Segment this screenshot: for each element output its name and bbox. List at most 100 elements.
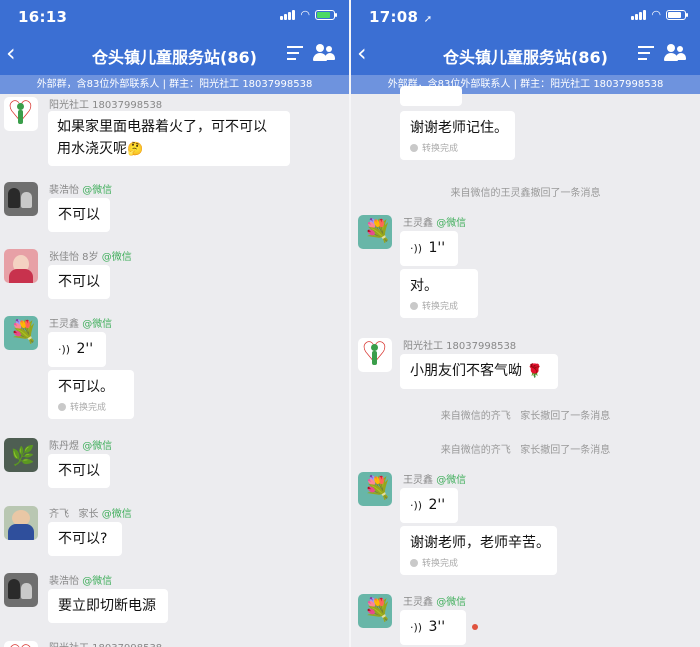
voice-wave-icon: ·)) bbox=[58, 343, 71, 356]
voice-message[interactable]: ·)) 3'' bbox=[400, 610, 466, 645]
message-bubble[interactable]: 如果家里面电器着火了，可不可以 用水浇灭呢🤔 bbox=[48, 111, 290, 166]
transcript-bubble[interactable]: 不可以。 转换完成 bbox=[48, 370, 134, 419]
sender-name-text: 王灵鑫 bbox=[403, 597, 433, 608]
unread-dot bbox=[472, 624, 478, 630]
message-bubble[interactable]: 不可以? bbox=[48, 522, 122, 556]
sender-name: 张佳怡 8岁 @微信 bbox=[49, 248, 132, 263]
system-notice: 来自微信的齐飞 家长撤回了一条消息 bbox=[440, 445, 611, 456]
avatar-flower-icon: 💐 bbox=[364, 219, 392, 244]
message-bubble-partial[interactable] bbox=[400, 86, 462, 106]
convert-status: 转换完成 bbox=[410, 300, 468, 314]
sender-name: 阳光社工 18037998538 bbox=[403, 341, 517, 352]
chat-menu-icon[interactable] bbox=[638, 46, 654, 62]
avatar[interactable] bbox=[4, 573, 38, 607]
right-chat-screen: 17:08 ➚ ◠ ‹ 仓头镇儿童服务站(86) 外部群，含83位外部联系人 |… bbox=[351, 0, 700, 647]
battery-icon bbox=[315, 10, 337, 20]
message-text: 如果家里面电器着火了，可不可以 bbox=[57, 119, 267, 135]
status-bar: 17:08 ➚ ◠ bbox=[351, 0, 700, 33]
avatar[interactable]: 💐 bbox=[358, 594, 392, 628]
avatar-flower-icon: 💐 bbox=[364, 476, 392, 501]
voice-duration: 3'' bbox=[428, 619, 446, 635]
avatar[interactable] bbox=[4, 182, 38, 216]
signal-icon bbox=[280, 10, 296, 20]
group-members-icon[interactable] bbox=[664, 44, 686, 62]
avatar-plant-icon: 🌿 bbox=[11, 445, 35, 467]
system-notice: 来自微信的王灵鑫撤回了一条消息 bbox=[450, 188, 601, 199]
wechat-tag: @微信 bbox=[101, 252, 132, 263]
transcript-bubble[interactable]: 谢谢老师记住。 转换完成 bbox=[400, 111, 515, 160]
sender-name-text: 王灵鑫 bbox=[403, 475, 433, 486]
avatar[interactable]: 💐 bbox=[358, 215, 392, 249]
avatar[interactable] bbox=[4, 506, 38, 540]
status-icons: ◠ bbox=[280, 9, 337, 20]
sender-name: 王灵鑫 @微信 bbox=[403, 471, 466, 486]
group-members-icon[interactable] bbox=[313, 44, 335, 62]
message-bubble[interactable]: 小朋友们不客气呦 🌹 bbox=[400, 354, 558, 389]
message-bubble[interactable]: 要立即切断电源 bbox=[48, 589, 168, 623]
voice-duration: 1'' bbox=[428, 240, 446, 256]
sender-name: 阳光社工 18037998538 bbox=[49, 639, 162, 647]
wifi-icon: ◠ bbox=[651, 8, 661, 21]
voice-message[interactable]: ·)) 2'' bbox=[400, 488, 458, 523]
wechat-tag: @微信 bbox=[101, 509, 132, 520]
wechat-tag: @微信 bbox=[436, 475, 467, 486]
battery-icon bbox=[666, 10, 688, 20]
chat-menu-icon[interactable] bbox=[287, 46, 303, 62]
sender-name-text: 王灵鑫 bbox=[403, 218, 433, 229]
avatar-flower-icon: 💐 bbox=[364, 598, 392, 623]
transcript-bubble[interactable]: 对。 转换完成 bbox=[400, 269, 478, 318]
wechat-tag: @微信 bbox=[82, 441, 113, 452]
screenshot-composite: 16:13 ◠ ‹ 仓头镇儿童服务站(86) 外部群，含83位外部联系人 | 群… bbox=[0, 0, 700, 647]
message-text: 不可以。 bbox=[58, 379, 114, 395]
sender-name: 王灵鑫 @微信 bbox=[403, 214, 466, 229]
avatar[interactable]: ♡ bbox=[358, 338, 392, 372]
status-time-text: 17:08 bbox=[369, 8, 419, 26]
sender-name-text: 陈丹煜 bbox=[49, 441, 79, 452]
message-bubble[interactable]: 不可以 bbox=[48, 265, 110, 299]
message-bubble[interactable]: 不可以 bbox=[48, 454, 110, 488]
location-icon: ➚ bbox=[423, 14, 433, 25]
sender-name: 王灵鑫 @微信 bbox=[49, 315, 112, 330]
avatar[interactable]: 💐 bbox=[358, 472, 392, 506]
message-text: 不可以? bbox=[58, 531, 108, 547]
convert-status: 转换完成 bbox=[58, 401, 124, 415]
check-icon bbox=[410, 302, 418, 310]
message-text: 谢谢老师，老师辛苦。 bbox=[410, 535, 550, 551]
avatar[interactable]: ♡ bbox=[4, 97, 38, 131]
status-icons: ◠ bbox=[631, 8, 688, 21]
check-icon bbox=[58, 403, 66, 411]
message-text: 不可以 bbox=[58, 463, 100, 479]
sender-name: 裴浩怡 @微信 bbox=[49, 181, 112, 196]
sender-name: 齐飞 家长 @微信 bbox=[49, 505, 132, 520]
message-text: 要立即切断电源 bbox=[58, 598, 156, 614]
check-icon bbox=[410, 559, 418, 567]
voice-message[interactable]: ·)) 2'' bbox=[48, 332, 106, 367]
message-text: 用水浇灭呢🤔 bbox=[57, 138, 281, 161]
chat-header: ‹ 仓头镇儿童服务站(86) bbox=[0, 33, 349, 75]
avatar[interactable]: 💐 bbox=[4, 316, 38, 350]
avatar[interactable] bbox=[4, 249, 38, 283]
avatar[interactable]: ♡ bbox=[4, 641, 38, 647]
left-chat-screen: 16:13 ◠ ‹ 仓头镇儿童服务站(86) 外部群，含83位外部联系人 | 群… bbox=[0, 0, 349, 647]
message-text: 谢谢老师记住。 bbox=[410, 120, 508, 136]
message-text: 小朋友们不客气呦 bbox=[410, 363, 522, 379]
voice-wave-icon: ·)) bbox=[410, 242, 423, 255]
voice-message[interactable]: ·)) 1'' bbox=[400, 231, 458, 266]
sender-name: 陈丹煜 @微信 bbox=[49, 437, 112, 452]
message-text: 不可以 bbox=[58, 274, 100, 290]
wechat-tag: @微信 bbox=[436, 218, 467, 229]
avatar[interactable]: 🌿 bbox=[4, 438, 38, 472]
transcript-bubble[interactable]: 谢谢老师，老师辛苦。 转换完成 bbox=[400, 526, 557, 575]
voice-duration: 2'' bbox=[76, 341, 94, 357]
convert-status-text: 转换完成 bbox=[422, 302, 459, 312]
sender-name-text: 裴浩怡 bbox=[49, 576, 79, 587]
sender-name-text: 齐飞 家长 bbox=[49, 509, 99, 520]
sender-name-text: 张佳怡 8岁 bbox=[49, 252, 99, 263]
sender-name: 裴浩怡 @微信 bbox=[49, 572, 112, 587]
signal-icon bbox=[631, 10, 647, 20]
status-time: 16:13 bbox=[18, 8, 68, 26]
status-time: 17:08 ➚ bbox=[369, 8, 432, 26]
wechat-tag: @微信 bbox=[436, 597, 467, 608]
sender-name: 阳光社工 18037998538 bbox=[49, 100, 163, 111]
message-bubble[interactable]: 不可以 bbox=[48, 198, 110, 232]
